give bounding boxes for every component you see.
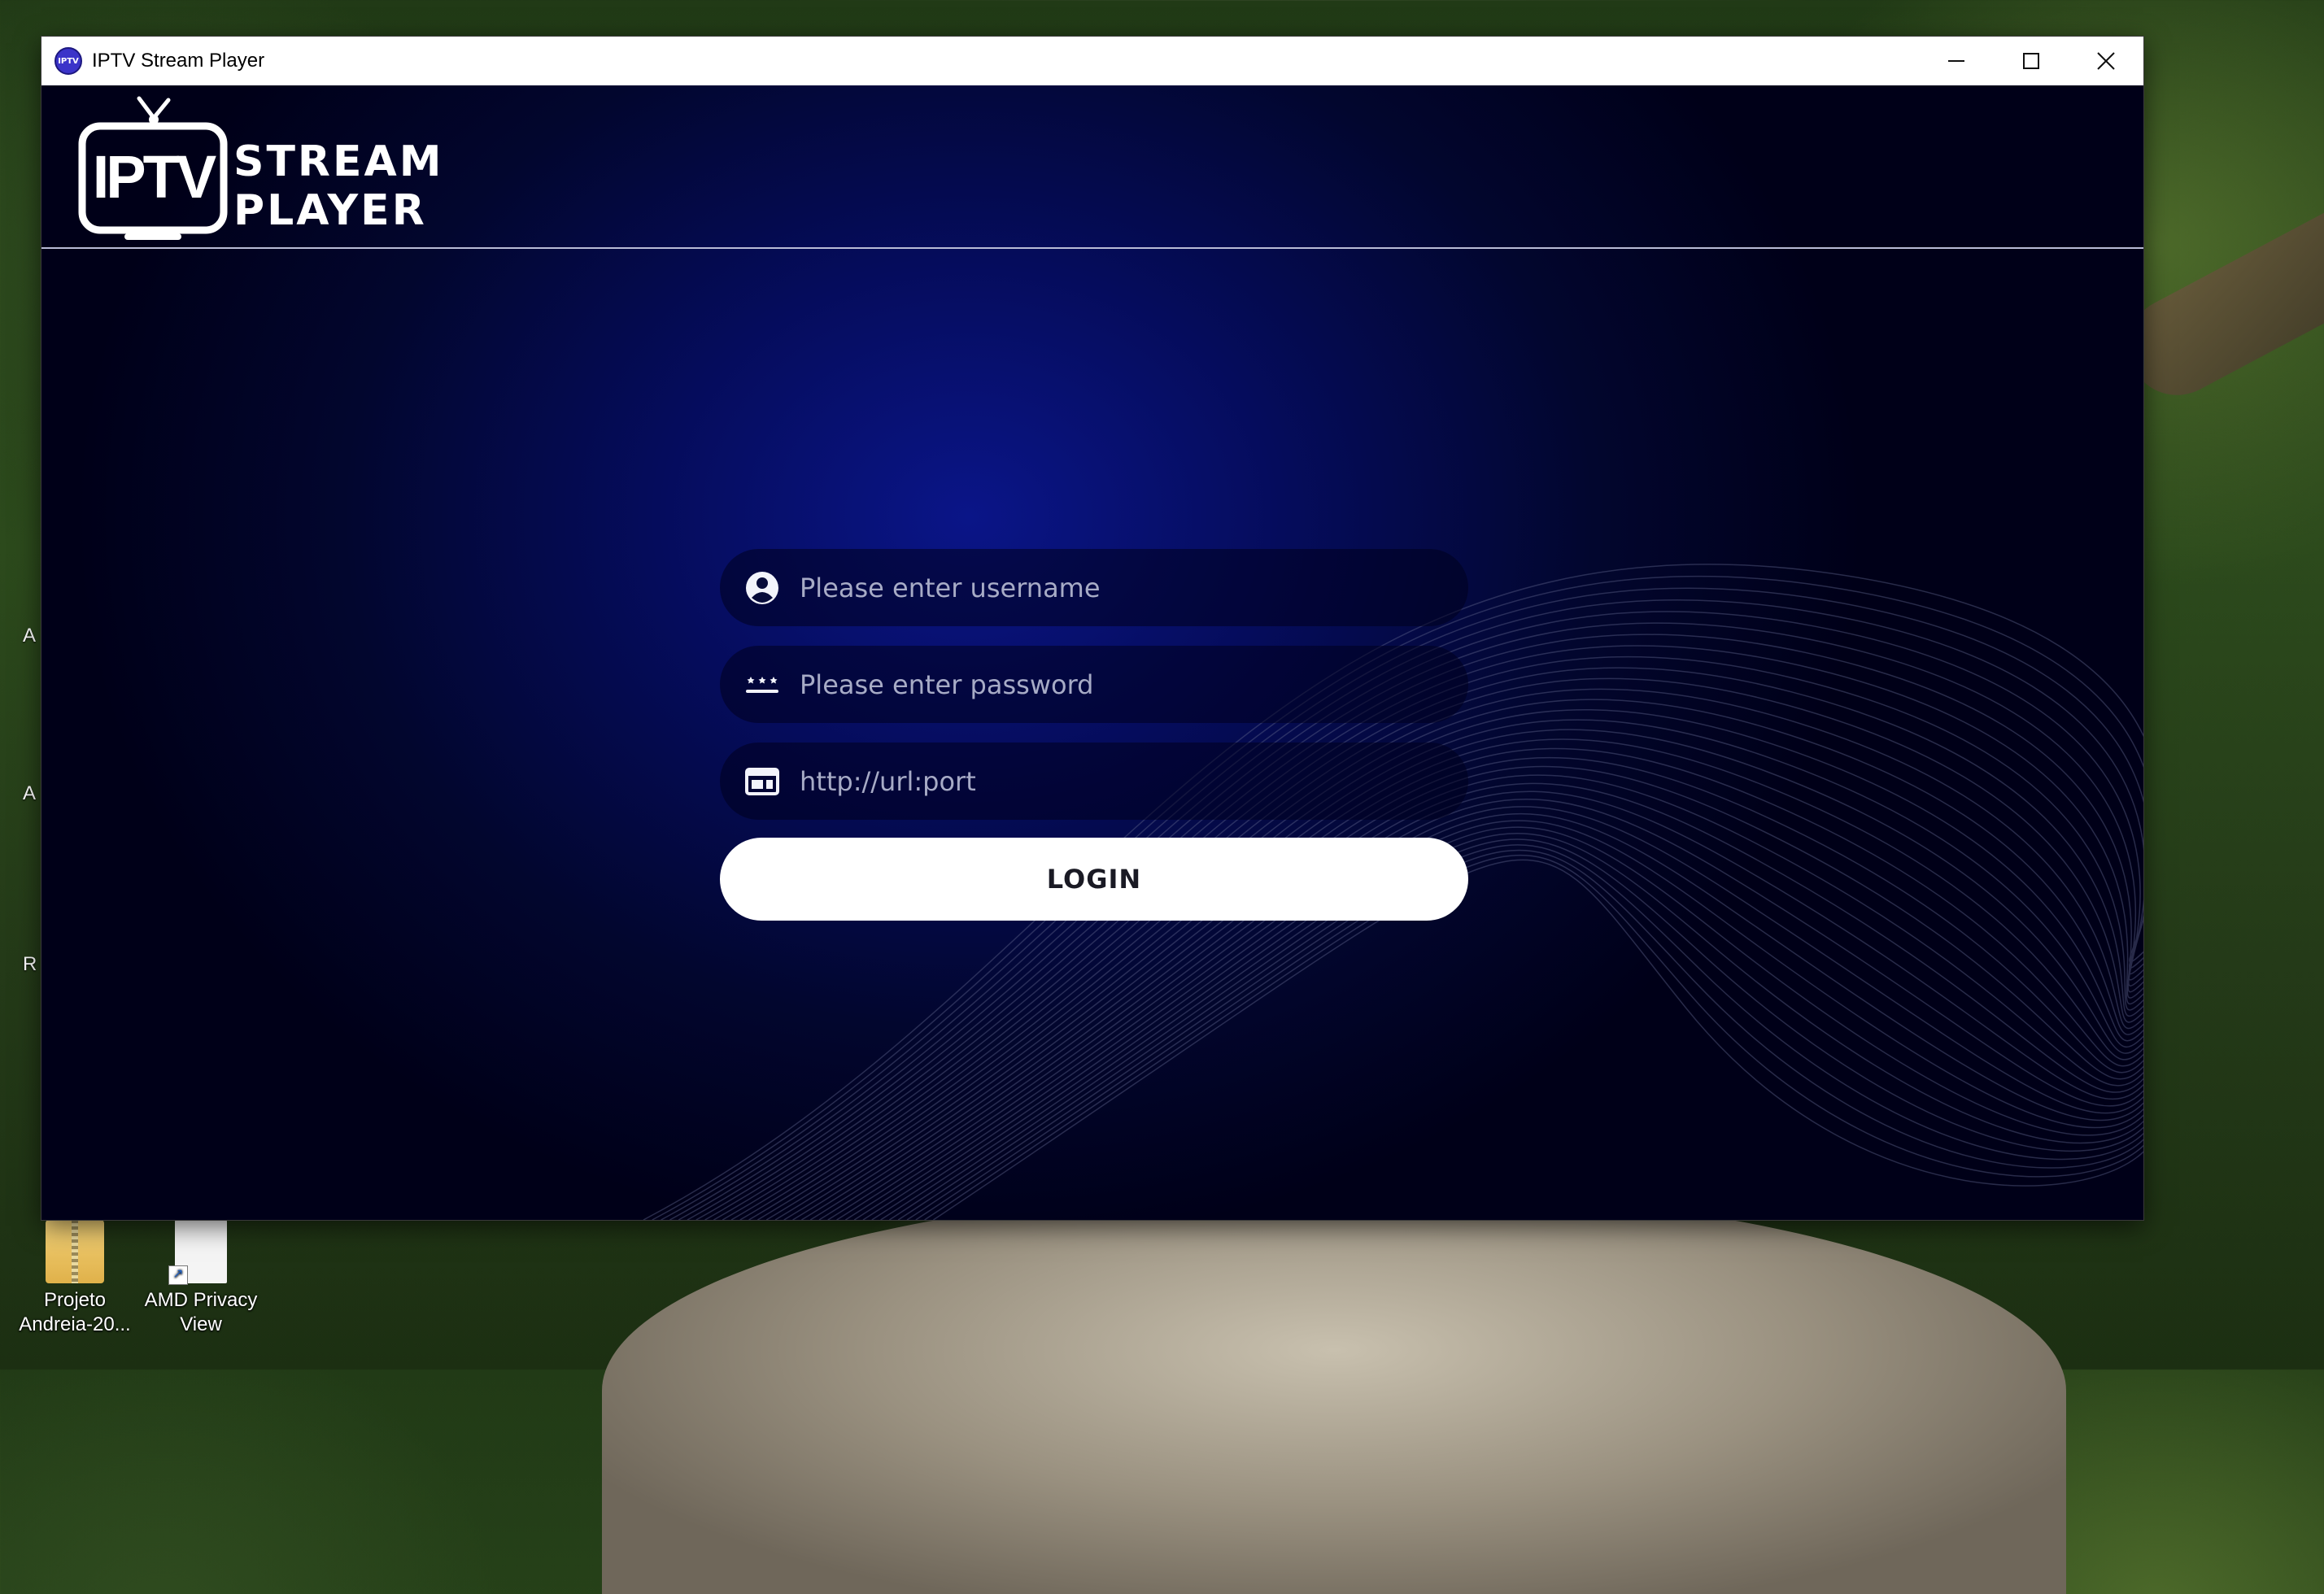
desktop-icon-label: View [180, 1313, 222, 1335]
user-icon [744, 570, 780, 606]
maximize-button[interactable] [1994, 37, 2069, 85]
desktop-icon-label: AMD Privacy [144, 1289, 258, 1311]
logo-line1: STREAM [233, 137, 443, 186]
web-address-icon [744, 764, 780, 799]
username-input[interactable] [798, 571, 1419, 604]
server-url-field[interactable] [720, 743, 1468, 820]
login-screen: IPTV STREAM PLAYER Please enter username… [41, 85, 2143, 1220]
window-controls [1919, 37, 2143, 85]
logo-line2: PLAYER [233, 186, 427, 235]
app-window: IPTV IPTV Stream Player IPTV STREAM PLAY… [41, 37, 2143, 1220]
password-field[interactable] [720, 646, 1468, 723]
username-field[interactable] [720, 549, 1468, 626]
logo-badge-text: IPTV [93, 143, 216, 211]
close-icon [2097, 52, 2115, 70]
login-button[interactable]: LOGIN [720, 838, 1468, 921]
close-button[interactable] [2069, 37, 2143, 85]
desktop-partial-icons: A A R [23, 625, 37, 975]
minimize-button[interactable] [1919, 37, 1994, 85]
minimize-icon [1948, 60, 1964, 62]
password-input[interactable] [798, 668, 1419, 701]
desktop-icon-label: Andreia-20... [19, 1313, 131, 1335]
app-icon: IPTV [55, 47, 82, 75]
password-icon [744, 667, 780, 703]
app-header: IPTV STREAM PLAYER [41, 85, 2143, 249]
desktop-icon-projeto[interactable]: Projeto Andreia-20... [14, 1220, 136, 1337]
app-logo: IPTV STREAM PLAYER [78, 96, 443, 240]
desktop-icon-amd-privacy-view[interactable]: ↗ AMD Privacy View [140, 1220, 262, 1337]
login-form: LOGIN [720, 549, 1468, 921]
shortcut-file-icon: ↗ [168, 1220, 227, 1285]
desktop-icon-label: Projeto [43, 1289, 107, 1311]
wallpaper-sloth [602, 1187, 2066, 1594]
header-divider [41, 247, 2143, 249]
maximize-icon [2023, 53, 2039, 69]
title-bar[interactable]: IPTV IPTV Stream Player [41, 37, 2143, 85]
zip-folder-icon [46, 1220, 104, 1283]
server-url-input[interactable] [798, 764, 1419, 798]
window-title: IPTV Stream Player [92, 50, 265, 72]
